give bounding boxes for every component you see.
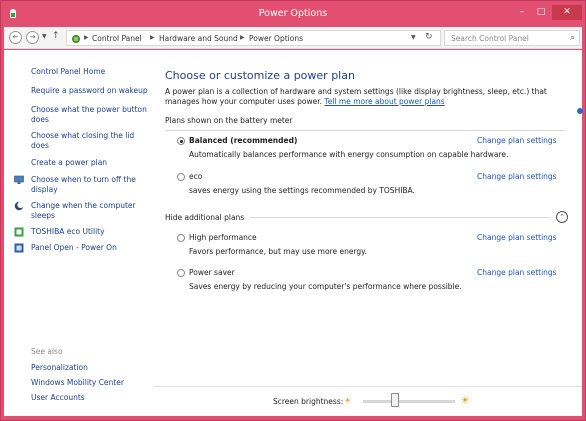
radio-high-performance[interactable] [177, 234, 185, 242]
monitor-icon [14, 175, 24, 184]
panel-power-icon [14, 243, 24, 253]
radio-power-saver[interactable] [177, 269, 185, 277]
recent-pages-chevron-icon[interactable]: ▼ [42, 33, 47, 40]
breadcrumb-separator-icon: ▶ [240, 34, 245, 41]
window-title: Power Options [258, 8, 328, 19]
help-icon[interactable] [577, 108, 583, 114]
plan-name-balanced[interactable]: Balanced (recommended) [189, 136, 297, 145]
change-plan-balanced[interactable]: Change plan settings [477, 136, 557, 145]
plan-desc-high-performance: Favors performance, but may use more ene… [189, 247, 367, 256]
section-hide-additional-plans: Hide additional plans [165, 213, 245, 222]
sidebar-item-control-panel-home[interactable]: Control Panel Home [31, 67, 151, 77]
search-icon[interactable]: ⌕ [570, 33, 575, 43]
search-placeholder: Search Control Panel [451, 34, 529, 43]
see-also-heading: See also [31, 347, 63, 356]
main-panel: Choose or customize a power plan A power… [165, 50, 581, 416]
toshiba-eco-icon [14, 227, 24, 237]
collapse-chevron-up-icon[interactable]: ⌃ [556, 211, 568, 223]
control-panel-icon [72, 35, 80, 43]
path-box[interactable]: ▶ Control Panel ▶ Hardware and Sound ▶ P… [66, 30, 441, 46]
refresh-icon[interactable]: ↻ [425, 32, 433, 42]
change-plan-high-performance[interactable]: Change plan settings [477, 233, 557, 242]
plan-name-eco[interactable]: eco [189, 172, 202, 181]
maximize-button[interactable]: □ [533, 5, 549, 20]
sidebar-item-closing-lid[interactable]: Choose what closing the lid does [31, 131, 151, 151]
up-arrow-icon[interactable]: ↑ [52, 31, 60, 41]
moon-sleep-icon [14, 201, 24, 211]
sidebar-item-turn-off-display[interactable]: Choose when to turn off the display [31, 175, 151, 195]
sidebar-item-power-button[interactable]: Choose what the power button does [31, 105, 151, 125]
plan-desc-eco: saves energy using the settings recommen… [189, 186, 415, 195]
change-plan-power-saver[interactable]: Change plan settings [477, 268, 557, 277]
section-divider [250, 217, 551, 218]
section-battery-meter: Plans shown on the battery meter [165, 116, 293, 125]
plan-name-high-performance[interactable]: High performance [189, 233, 257, 242]
bright-sun-icon: ☀ [460, 394, 470, 407]
minimize-button[interactable]: – [514, 5, 530, 20]
title-bar[interactable]: Power Options – □ ✕ [1, 1, 585, 27]
sidebar-item-create-power-plan[interactable]: Create a power plan [31, 158, 151, 168]
power-options-window: Power Options – □ ✕ ← → ▼ ↑ ▶ Control Pa… [0, 0, 586, 421]
radio-eco[interactable] [177, 173, 185, 181]
breadcrumb-control-panel[interactable]: Control Panel [92, 34, 142, 43]
brightness-label: Screen brightness: [273, 397, 344, 406]
brightness-slider-track[interactable] [363, 400, 455, 403]
see-also-personalization[interactable]: Personalization [31, 363, 151, 373]
brightness-slider-thumb[interactable] [391, 393, 400, 407]
sidebar-item-toshiba-eco[interactable]: TOSHIBA eco Utility [31, 227, 151, 237]
sidebar-item-computer-sleeps[interactable]: Change when the computer sleeps [31, 201, 151, 221]
plan-desc-balanced: Automatically balances performance with … [189, 150, 509, 159]
path-dropdown-chevron-icon[interactable]: ▼ [411, 34, 416, 41]
breadcrumb-hardware-and-sound[interactable]: Hardware and Sound [159, 34, 238, 43]
breadcrumb-separator-icon: ▶ [84, 34, 89, 41]
learn-more-link[interactable]: Tell me more about power plans [324, 97, 444, 106]
page-title: Choose or customize a power plan [165, 69, 355, 82]
sidebar-item-require-password[interactable]: Require a password on wakeup [31, 86, 151, 96]
sidebar: Control Panel Home Require a password on… [4, 50, 154, 416]
back-arrow-icon[interactable]: ← [9, 31, 22, 44]
change-plan-eco[interactable]: Change plan settings [477, 172, 557, 181]
breadcrumb-separator-icon: ▶ [150, 34, 155, 41]
sidebar-item-panel-open-power-on[interactable]: Panel Open - Power On [31, 243, 151, 253]
close-button[interactable]: ✕ [552, 5, 582, 20]
forward-arrow-icon[interactable]: → [26, 31, 39, 44]
search-input[interactable]: Search Control Panel ⌕ [444, 30, 580, 46]
brightness-bar: Screen brightness: ☀ ☀ [154, 386, 582, 416]
see-also-mobility-center[interactable]: Windows Mobility Center [31, 378, 151, 388]
section-divider [165, 130, 565, 131]
plan-desc-power-saver: Saves energy by reducing your computer's… [189, 282, 462, 291]
radio-balanced[interactable] [177, 137, 185, 145]
content-area: Control Panel Home Require a password on… [4, 50, 583, 416]
see-also-user-accounts[interactable]: User Accounts [31, 393, 151, 403]
breadcrumb-power-options[interactable]: Power Options [249, 34, 303, 43]
intro-text: A power plan is a collection of hardware… [165, 87, 565, 107]
address-bar: ← → ▼ ↑ ▶ Control Panel ▶ Hardware and S… [4, 27, 582, 49]
plan-name-power-saver[interactable]: Power saver [189, 268, 235, 277]
dim-sun-icon: ☀ [344, 396, 352, 405]
